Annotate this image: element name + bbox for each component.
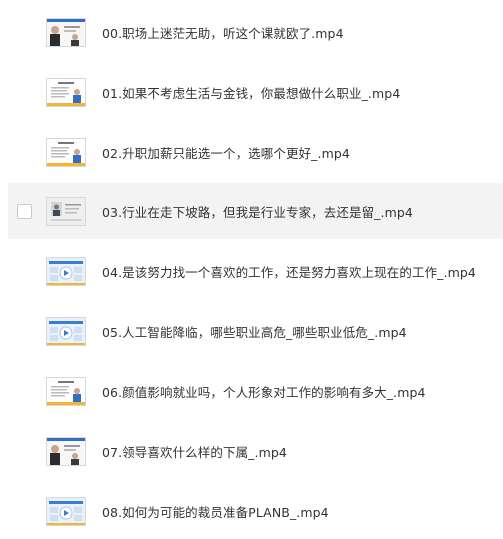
file-row[interactable]: 04.是该努力找一个喜欢的工作，还是努力喜欢上现在的工作_.mp4 <box>0 243 503 299</box>
person-slide-thumbnail <box>46 436 86 466</box>
file-name[interactable]: 04.是该努力找一个喜欢的工作，还是努力喜欢上现在的工作_.mp4 <box>102 262 476 281</box>
video-play-thumbnail <box>46 496 86 526</box>
file-name[interactable]: 03.行业在走下坡路，但我是行业专家，去还是留_.mp4 <box>102 202 413 221</box>
file-list: 00.职场上迷茫无助，听这个课就欧了.mp4 01.如果不考虑生活与金钱，你最想做… <box>0 0 503 529</box>
file-checkbox[interactable] <box>17 203 32 219</box>
file-row[interactable]: 06.颜值影响就业吗，个人形象对工作的影响有多大_.mp4 <box>0 363 503 419</box>
file-row[interactable]: 01.如果不考虑生活与金钱，你最想做什么职业_.mp4 <box>0 64 503 120</box>
teacher-slide-thumbnail <box>46 77 86 107</box>
video-play-thumbnail <box>46 316 86 346</box>
file-row[interactable]: 00.职场上迷茫无助，听这个课就欧了.mp4 <box>0 4 503 60</box>
person-slide-thumbnail <box>46 17 86 47</box>
file-name[interactable]: 07.领导喜欢什么样的下属_.mp4 <box>102 442 287 461</box>
file-name[interactable]: 06.颜值影响就业吗，个人形象对工作的影响有多大_.mp4 <box>102 382 426 401</box>
file-row[interactable]: 08.如何为可能的裁员准备PLANB_.mp4 <box>0 483 503 539</box>
file-name[interactable]: 00.职场上迷茫无助，听这个课就欧了.mp4 <box>102 23 344 42</box>
file-row[interactable]: 07.领导喜欢什么样的下属_.mp4 <box>0 423 503 479</box>
teacher-slide-thumbnail <box>46 137 86 167</box>
file-name[interactable]: 01.如果不考虑生活与金钱，你最想做什么职业_.mp4 <box>102 83 400 102</box>
portrait-slide-thumbnail <box>46 196 86 226</box>
file-row[interactable]: 05.人工智能降临，哪些职业高危_哪些职业低危_.mp4 <box>0 303 503 359</box>
teacher-slide-thumbnail <box>46 376 86 406</box>
file-name[interactable]: 08.如何为可能的裁员准备PLANB_.mp4 <box>102 502 329 521</box>
file-row[interactable]: 02.升职加薪只能选一个，选哪个更好_.mp4 <box>0 124 503 180</box>
video-play-thumbnail <box>46 256 86 286</box>
file-row[interactable]: 03.行业在走下坡路，但我是行业专家，去还是留_.mp4 <box>8 183 503 239</box>
file-name[interactable]: 02.升职加薪只能选一个，选哪个更好_.mp4 <box>102 143 350 162</box>
file-name[interactable]: 05.人工智能降临，哪些职业高危_哪些职业低危_.mp4 <box>102 322 407 341</box>
